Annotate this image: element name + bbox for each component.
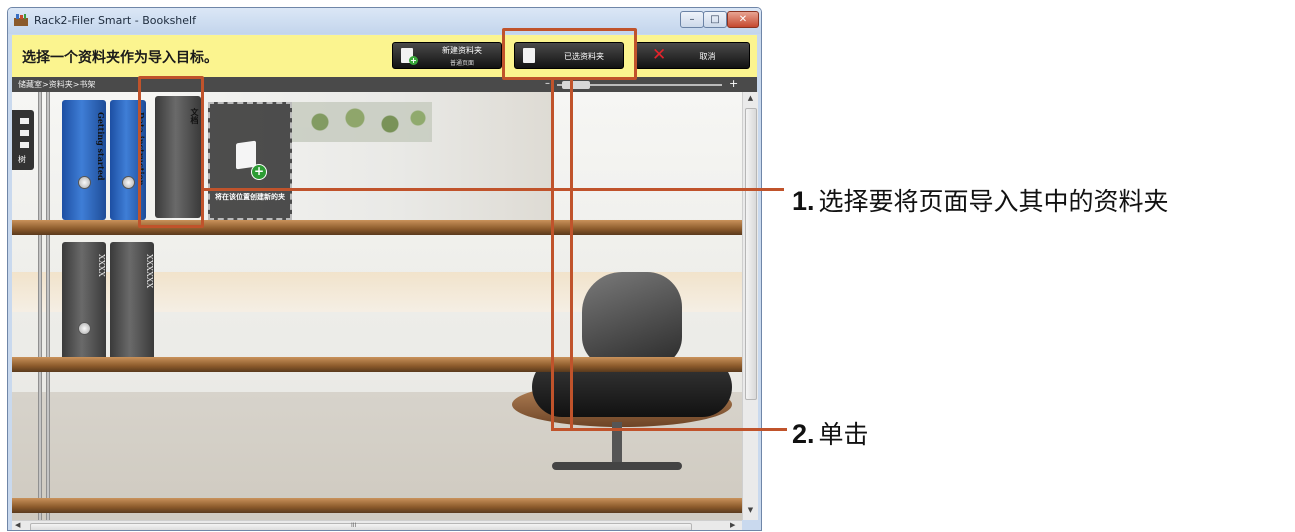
- vertical-scrollbar[interactable]: ▲ ▼: [742, 92, 758, 520]
- callout-step-1: 1. 选择要将页面导入其中的资料夹: [792, 182, 1169, 218]
- background-plants: [292, 102, 432, 142]
- maximize-button[interactable]: □: [703, 11, 727, 28]
- path-bar: 储藏室>资料夹>书架 – +: [12, 77, 757, 92]
- callout-line-2a: [551, 80, 554, 430]
- scroll-grip: III: [351, 522, 357, 529]
- cancel-x-icon: ✕: [652, 45, 667, 65]
- callout-step-2: 2. 单击: [792, 415, 869, 451]
- shelf-board: [12, 220, 742, 235]
- close-button[interactable]: ✕: [727, 11, 759, 28]
- callout-line-2c: [551, 428, 787, 431]
- title-bar: Rack2-Filer Smart - Bookshelf – □ ✕: [8, 8, 761, 34]
- maximize-icon: □: [710, 14, 720, 25]
- binder-title: XXXXXX: [145, 254, 154, 289]
- vertical-scroll-thumb[interactable]: [745, 108, 757, 400]
- close-icon: ✕: [738, 14, 748, 25]
- new-binder-sublabel: 普通页面: [449, 60, 474, 67]
- shelf-post: [38, 92, 42, 520]
- new-binder-slot[interactable]: + 将在该位置创建新的夹: [208, 102, 292, 220]
- new-binder-button[interactable]: + 新建资料夹 普通页面: [392, 42, 502, 69]
- binder-title: Getting started: [96, 112, 106, 181]
- plus-icon: +: [409, 56, 418, 65]
- shelf-board: [12, 357, 742, 372]
- callout-line-2b: [570, 80, 573, 430]
- scroll-down-icon[interactable]: ▼: [743, 506, 758, 514]
- tree-panel-tab[interactable]: 树: [12, 110, 34, 170]
- zoom-in-button[interactable]: +: [729, 77, 738, 90]
- new-binder-label: 新建资料夹: [442, 46, 482, 55]
- shelf-post: [46, 92, 50, 520]
- binder-highlight-box: [138, 76, 204, 228]
- folder-icon: [20, 130, 29, 136]
- instruction-bar: 选择一个资料夹作为导入目标。 + 新建资料夹 普通页面 已选资料夹 ✕ 取消: [12, 35, 757, 77]
- scroll-right-icon[interactable]: ▶: [730, 521, 735, 529]
- binder-ring-hole: [78, 322, 91, 335]
- chair-backrest: [582, 272, 682, 367]
- scroll-left-icon[interactable]: ◀: [15, 521, 20, 529]
- binder-xxxxxx[interactable]: XXXXXX: [110, 242, 154, 364]
- cancel-label: 取消: [699, 52, 716, 61]
- horizontal-scrollbar[interactable]: ◀ III ▶: [12, 520, 742, 530]
- bookshelf-window: Rack2-Filer Smart - Bookshelf – □ ✕ 选择一个…: [7, 7, 762, 531]
- binder-ring-hole: [122, 176, 135, 189]
- binder-title: XXXX: [97, 254, 106, 277]
- plus-icon: +: [251, 164, 267, 180]
- minimize-icon: –: [689, 14, 695, 25]
- zoom-slider-thumb[interactable]: [562, 81, 590, 89]
- horizontal-scroll-thumb[interactable]: III: [30, 522, 692, 530]
- app-icon: [14, 14, 28, 26]
- cancel-button[interactable]: ✕ 取消: [635, 42, 750, 69]
- folder-icon: [20, 118, 29, 124]
- callout-number: 2.: [792, 419, 815, 449]
- scroll-up-icon[interactable]: ▲: [743, 94, 758, 102]
- binder-xxxx[interactable]: XXXX: [62, 242, 106, 364]
- binder-ring-hole: [78, 176, 91, 189]
- binder-getting-started[interactable]: Getting started: [62, 100, 106, 220]
- folder-icon: [20, 142, 29, 148]
- callout-text: 单击: [818, 420, 869, 449]
- callout-text: 选择要将页面导入其中的资料夹: [818, 187, 1169, 216]
- breadcrumb: 储藏室>资料夹>书架: [18, 80, 96, 89]
- instruction-text: 选择一个资料夹作为导入目标。: [22, 50, 218, 66]
- callout-line-1: [204, 188, 784, 191]
- tree-label: 树: [18, 155, 26, 164]
- chair-base: [552, 462, 682, 470]
- minimize-button[interactable]: –: [680, 11, 704, 28]
- callout-number: 1.: [792, 186, 815, 216]
- window-title: Rack2-Filer Smart - Bookshelf: [34, 14, 196, 27]
- shelf-board: [12, 498, 742, 513]
- new-slot-label: 将在该位置创建新的夹: [215, 193, 285, 201]
- button-highlight-box: [502, 28, 637, 80]
- bookshelf-view[interactable]: 树 Getting started Data instruction 文档 + …: [12, 92, 742, 520]
